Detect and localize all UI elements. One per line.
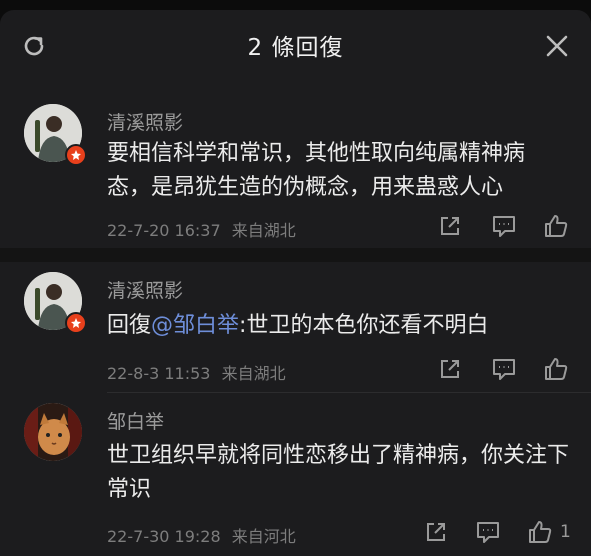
vip-badge-icon [65, 144, 87, 166]
section-separator [0, 248, 591, 262]
commenter-name[interactable]: 邹白举 [107, 407, 164, 434]
comment-location: 来自湖北 [231, 221, 296, 240]
comment-item: 清溪照影 回復@邹白举:世卫的本色你还看不明白 22-8-3 11:53 来自湖… [0, 262, 591, 392]
comment-meta: 22-8-3 11:53 来自湖北 [107, 360, 286, 384]
sheet-title: 2 條回復 [247, 35, 344, 61]
comment-meta: 22-7-30 19:28 来自河北 [107, 523, 296, 547]
comment-icon[interactable] [474, 518, 502, 546]
like-icon[interactable] [542, 212, 570, 240]
comment-location: 来自河北 [231, 527, 296, 546]
reply-prefix: 回復 [107, 313, 152, 338]
close-icon[interactable] [543, 32, 571, 60]
avatar[interactable] [24, 403, 82, 461]
commenter-name[interactable]: 清溪照影 [107, 276, 183, 303]
mention-link[interactable]: @邹白举 [151, 313, 239, 338]
comment-text: 世卫组织早就将同性恋移出了精神病，你关注下常识 [107, 443, 570, 502]
commenter-name[interactable]: 清溪照影 [107, 108, 183, 135]
comment-icon[interactable] [490, 212, 518, 240]
comment-sheet: 2 條回復 清溪照影 要相信科学和常识，其他性取向纯属精神病态，是昂犹生造的伪概… [0, 10, 591, 556]
like-count: 1 [560, 522, 571, 542]
comment-text: 回復@邹白举:世卫的本色你还看不明白 [107, 309, 567, 343]
share-icon[interactable] [436, 212, 464, 240]
like-icon[interactable] [542, 355, 570, 383]
like-icon[interactable] [526, 518, 554, 546]
comment-location: 来自湖北 [221, 364, 286, 383]
comment-item: 清溪照影 要相信科学和常识，其他性取向纯属精神病态，是昂犹生造的伪概念，用来蛊惑… [0, 80, 591, 248]
share-icon[interactable] [422, 518, 450, 546]
comment-date: 22-7-30 19:28 [107, 527, 221, 546]
comment-meta: 22-7-20 16:37 来自湖北 [107, 217, 296, 241]
share-icon[interactable] [436, 355, 464, 383]
sheet-header: 2 條回復 [0, 10, 591, 80]
vip-badge-icon [65, 312, 87, 334]
comment-date: 22-8-3 11:53 [107, 364, 211, 383]
comment-icon[interactable] [490, 355, 518, 383]
reply-body: :世卫的本色你还看不明白 [239, 313, 489, 338]
comment-date: 22-7-20 16:37 [107, 221, 221, 240]
comment-item: 邹白举 世卫组织早就将同性恋移出了精神病，你关注下常识 22-7-30 19:2… [0, 393, 591, 556]
comment-text: 要相信科学和常识，其他性取向纯属精神病态，是昂犹生造的伪概念，用来蛊惑人心 [107, 141, 526, 200]
